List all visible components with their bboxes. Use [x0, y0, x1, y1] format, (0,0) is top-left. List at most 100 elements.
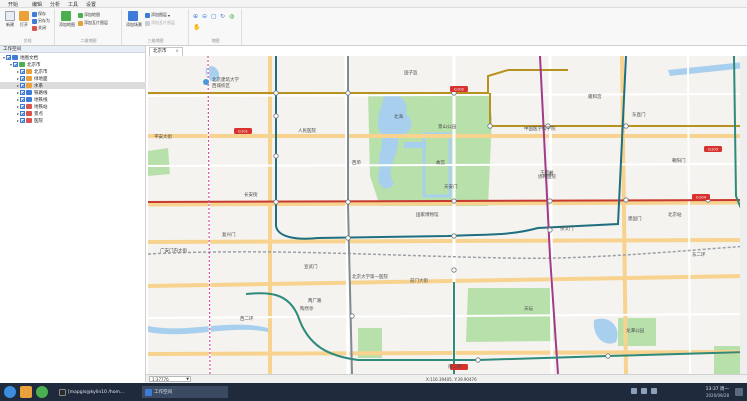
visibility-checkbox[interactable] [20, 83, 25, 88]
globe-icon[interactable]: ◍ [229, 13, 234, 20]
visibility-checkbox[interactable] [13, 62, 18, 67]
full-extent-icon[interactable]: ▢ [211, 13, 217, 20]
station [345, 90, 351, 96]
label-road4: 广安门内大街 [160, 247, 187, 254]
tile-layer-icon [145, 20, 150, 26]
tree-item[interactable]: ▸ 医院 [0, 117, 146, 124]
file-manager-icon[interactable] [20, 386, 32, 398]
pan-icon[interactable]: ✋ [193, 24, 200, 31]
visibility-checkbox[interactable] [20, 111, 25, 116]
station [605, 353, 611, 359]
clock-date: 2020/09/28 [705, 393, 729, 398]
tree-item[interactable]: ▸ 绿地面 [0, 75, 146, 82]
station [623, 123, 629, 129]
open-button[interactable]: 打开 [17, 11, 31, 33]
add-tile-layer-button[interactable]: 添加瓦片图层 [78, 20, 108, 26]
start-menu-icon[interactable] [4, 386, 16, 398]
tree-item-label: 地图文档 [20, 55, 38, 61]
taskbar-item-terminal[interactable]: [mapgis@kylin10 /hom... [56, 386, 127, 398]
clock-time[interactable]: 13:37 周一 [706, 386, 729, 392]
folder-icon [19, 11, 29, 21]
station [345, 235, 351, 241]
visibility-checkbox[interactable] [20, 69, 25, 74]
coordinate-readout: X:116.39405, Y:39.90476 [426, 377, 477, 382]
label-beijingzhan: 北京站 [668, 211, 682, 218]
tree-item[interactable]: ▸ 地铁线 [0, 96, 146, 103]
tree-item[interactable]: ▾ 北京市 [0, 61, 146, 68]
menu-item-settings[interactable]: 设置 [86, 1, 96, 8]
browser-icon[interactable] [36, 386, 48, 398]
zoom-out-icon[interactable]: ⊖ [202, 13, 207, 20]
tree-item-label: 北京市 [34, 69, 48, 75]
tree-item-label: 地铁线 [34, 97, 48, 103]
add-scene-button[interactable]: 添加场景 [126, 11, 142, 33]
tree-item[interactable]: ▸ 铁路线 [0, 89, 146, 96]
menu-item-analysis[interactable]: 分析 [50, 1, 60, 8]
tree-item[interactable]: ▸ 水系 [0, 82, 146, 89]
new-button[interactable]: 新建 [3, 11, 17, 33]
label-fuxingmen: 复兴门 [222, 231, 236, 238]
menu-item-start[interactable]: 开始 [8, 1, 18, 8]
close-button[interactable]: 关闭 [32, 25, 46, 31]
tree-item-label: 绿地面 [34, 76, 48, 82]
map-view[interactable]: G101 G102 G103 G104 北京建筑大学 西城校区 国子监 雍和宫 … [148, 56, 747, 374]
add-3d-tile-layer-button[interactable]: 添加瓦片图层 [145, 20, 175, 26]
map-scrollbar[interactable] [740, 56, 747, 374]
new-file-icon [5, 11, 15, 21]
add-layer-button[interactable]: 添加图层 ▾ [145, 12, 170, 18]
input-method-icon[interactable] [651, 388, 657, 394]
menu-item-tools[interactable]: 工具 [68, 1, 78, 8]
network-icon[interactable] [631, 388, 637, 394]
save-as-button[interactable]: 另存为 [32, 18, 50, 24]
visibility-checkbox[interactable] [20, 104, 25, 109]
line-layer-icon [26, 97, 32, 102]
zoom-in-icon[interactable]: ⊕ [193, 13, 198, 20]
visibility-checkbox[interactable] [6, 55, 11, 60]
volume-icon[interactable] [641, 388, 647, 394]
tree-item[interactable]: ▾ 地图文档 [0, 54, 146, 61]
scale-select[interactable]: 1:37776 ▼ [149, 376, 191, 382]
road-badge-label: G101 [238, 129, 249, 134]
green-area-west [148, 148, 170, 176]
map-canvas[interactable]: G101 G102 G103 G104 北京建筑大学 西城校区 国子监 雍和宫 … [148, 56, 747, 374]
station [451, 233, 457, 239]
station [273, 199, 279, 205]
tile-layer-icon [78, 20, 83, 26]
label-xuanwumen: 宣武门 [304, 263, 318, 270]
label-lama: 雍和宫 [588, 93, 602, 100]
point-layer-icon [26, 104, 32, 109]
save-icon [32, 11, 37, 17]
label-hospital3: 北京大学第一医院 [352, 273, 388, 280]
tree-item[interactable]: ▸ 地铁站 [0, 103, 146, 110]
label-jianguomen: 建国门 [628, 215, 642, 222]
tree-item[interactable]: ▸ 北京市 [0, 68, 146, 75]
visibility-checkbox[interactable] [20, 97, 25, 102]
status-bar: 1:37776 ▼ X:116.39405, Y:39.90476 [146, 374, 747, 383]
point-layer-icon [26, 118, 32, 123]
visibility-checkbox[interactable] [20, 118, 25, 123]
add-map-big-button[interactable]: 添加地图 [59, 11, 75, 33]
polygon-layer-icon [26, 83, 32, 88]
add-map-button[interactable]: 添加地图 [78, 12, 100, 18]
tab-map[interactable]: 北京市 × [149, 47, 183, 56]
close-tab-icon[interactable]: × [175, 48, 179, 56]
label-guozijian: 国子监 [404, 69, 418, 76]
taskbar: [mapgis@kylin10 /hom... 工作空间 13:37 周一 20… [0, 383, 747, 401]
label-beihai: 北海 [394, 113, 403, 120]
save-button[interactable]: 保存 [32, 11, 46, 17]
save-as-icon [32, 18, 37, 24]
road-badge-label: G103 [708, 147, 719, 152]
label-tiananmen: 天安门 [444, 183, 458, 190]
tree-item[interactable]: ▸ 景点 [0, 110, 146, 117]
notification-icon[interactable] [735, 388, 743, 396]
menu-item-edit[interactable]: 编辑 [32, 1, 42, 8]
taskbar-item-workspace[interactable]: 工作空间 [142, 386, 228, 398]
label-road5: 两广路 [308, 297, 322, 304]
label-jingshan: 景山公园 [438, 123, 456, 130]
system-tray: 13:37 周一 2020/09/28 [617, 383, 747, 401]
visibility-checkbox[interactable] [20, 90, 25, 95]
visibility-checkbox[interactable] [20, 76, 25, 81]
station [623, 197, 629, 203]
refresh-icon[interactable]: ↻ [220, 13, 225, 20]
label-road8: 南二环 [448, 363, 462, 370]
